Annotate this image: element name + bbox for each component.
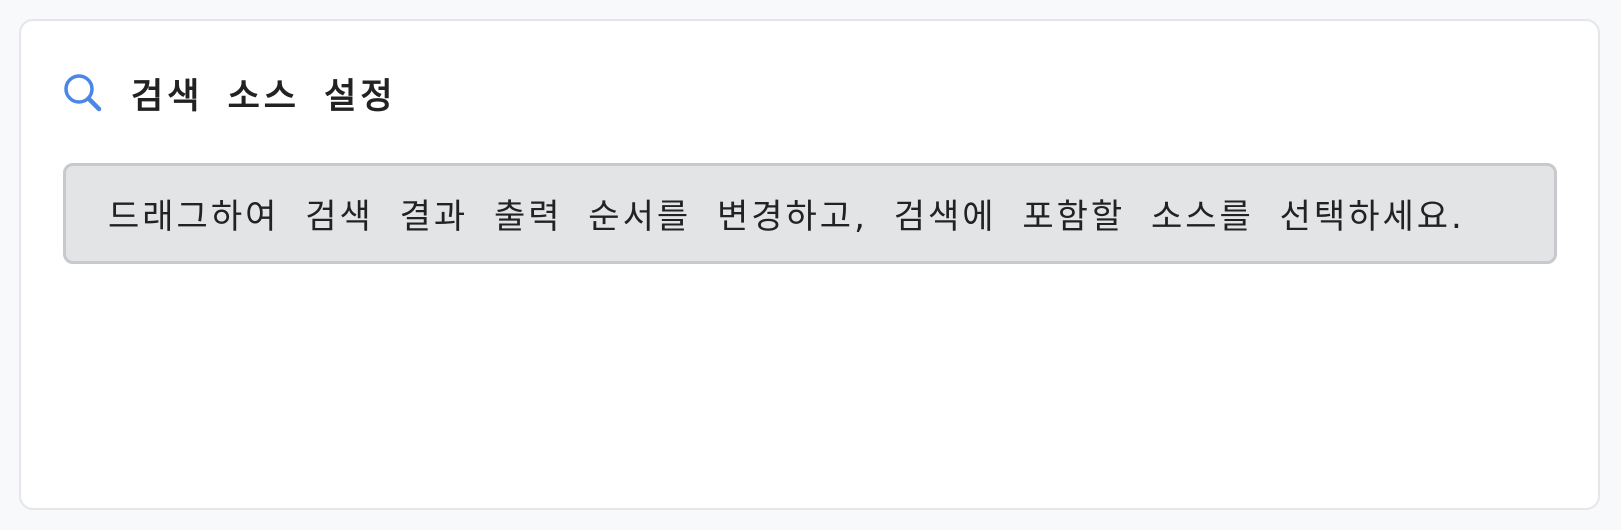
panel-header: 검색 소스 설정 (63, 65, 397, 121)
panel-title: 검색 소스 설정 (131, 76, 397, 117)
instruction-text: 드래그하여 검색 결과 출력 순서를 변경하고, 검색에 포함할 소스를 선택하… (108, 197, 1465, 237)
instruction-notice: 드래그하여 검색 결과 출력 순서를 변경하고, 검색에 포함할 소스를 선택하… (63, 163, 1557, 264)
search-source-settings-panel: 검색 소스 설정 드래그하여 검색 결과 출력 순서를 변경하고, 검색에 포함… (19, 19, 1600, 510)
search-icon (63, 73, 103, 113)
